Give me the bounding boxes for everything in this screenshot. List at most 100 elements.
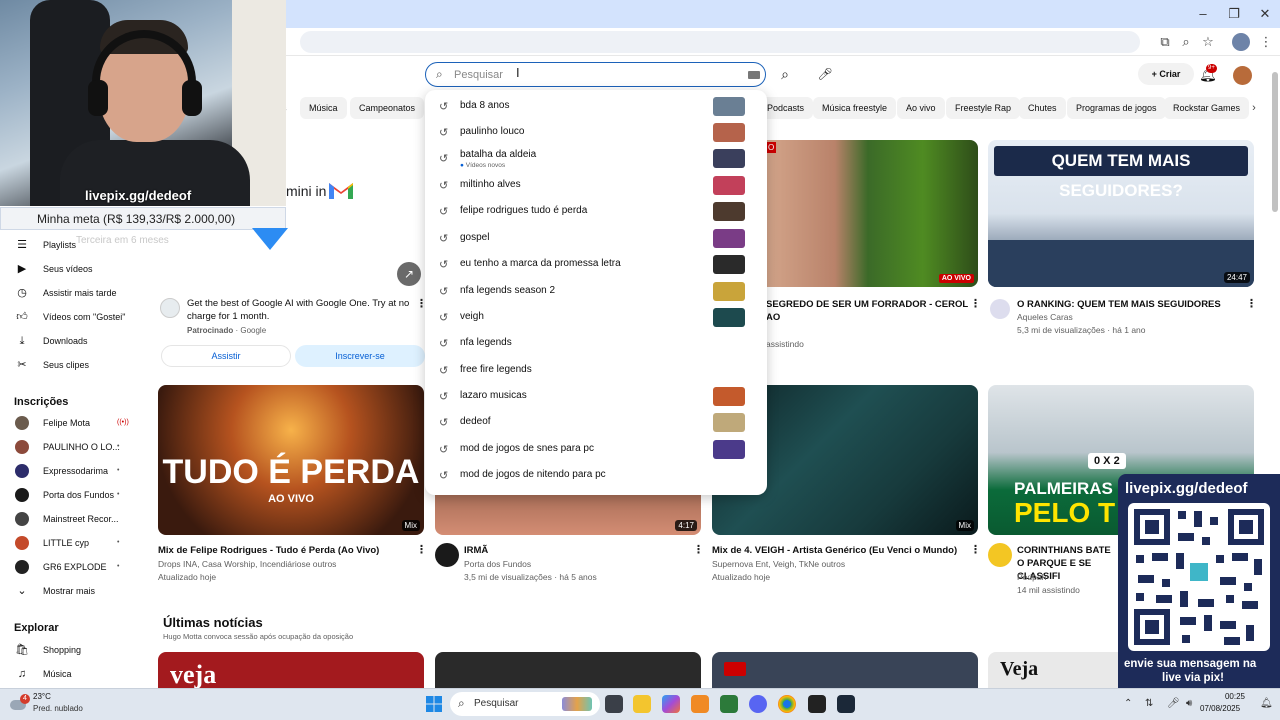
chrome-icon[interactable] bbox=[778, 695, 796, 713]
suggestion-item[interactable]: ↺ gospel bbox=[425, 226, 767, 252]
video-title[interactable]: Mix de Felipe Rodrigues - Tudo é Perda (… bbox=[158, 544, 413, 557]
sidebar-sub-item[interactable]: PAULINHO O LO... • bbox=[14, 437, 134, 457]
sidebar-sub-item[interactable]: LITTLE cyp • bbox=[14, 533, 134, 553]
video-thumbnail[interactable]: QUEM TEM MAIS SEGUIDORES? 24:47 bbox=[988, 140, 1254, 287]
subscribe-button[interactable]: Inscrever-se bbox=[295, 345, 425, 367]
discord-icon[interactable] bbox=[749, 695, 767, 713]
chrome-menu-icon[interactable]: ⋮ bbox=[1257, 33, 1275, 51]
more-options-icon[interactable]: ⋮ bbox=[970, 297, 981, 310]
suggestion-item[interactable]: ↺ paulinho louco bbox=[425, 120, 767, 146]
sidebar-item-liked[interactable]: 👍︎ Vídeos com "Gostei" bbox=[14, 307, 134, 327]
copilot-icon[interactable] bbox=[662, 695, 680, 713]
notification-center-icon[interactable]: 🔔︎ bbox=[1260, 698, 1273, 709]
keyboard-icon[interactable] bbox=[748, 71, 760, 79]
video-title[interactable]: IRMÃ bbox=[464, 544, 684, 557]
news-thumbnail[interactable]: veja bbox=[158, 652, 424, 688]
chip[interactable]: Música freestyle bbox=[813, 97, 897, 119]
sidebar-item-clips[interactable]: ✂ Seus clipes bbox=[14, 355, 134, 375]
news-thumbnail[interactable] bbox=[435, 652, 701, 688]
video-thumbnail[interactable]: O AO VIVO bbox=[758, 140, 978, 287]
video-title[interactable]: O RANKING: QUEM TEM MAIS SEGUIDORES bbox=[1017, 298, 1242, 311]
video-title[interactable]: SEGREDO DE SER UM FORRADOR - CEROL AO bbox=[766, 298, 971, 324]
more-options-icon[interactable]: ⋮ bbox=[1246, 297, 1257, 310]
volume-icon[interactable]: 🔊︎ bbox=[1186, 698, 1192, 709]
news-thumbnail[interactable]: Veja bbox=[988, 652, 1118, 688]
suggestion-item[interactable]: ↺ nfa legends bbox=[425, 331, 767, 357]
install-icon[interactable]: ⧉ bbox=[1156, 33, 1174, 51]
sidebar-sub-item[interactable]: Mainstreet Recor... bbox=[14, 509, 134, 529]
chip[interactable]: Campeonatos bbox=[350, 97, 425, 119]
suggestion-item[interactable]: ↺ bda 8 anos bbox=[425, 94, 767, 120]
video-thumbnail[interactable]: TUDO É PERDA AO VIVO Mix bbox=[158, 385, 424, 535]
task-view-icon[interactable] bbox=[605, 695, 623, 713]
chip[interactable]: Freestyle Rap bbox=[946, 97, 1021, 119]
microphone-icon[interactable]: 🎤︎ bbox=[1167, 698, 1180, 709]
store-icon[interactable] bbox=[720, 695, 738, 713]
suggestion-item[interactable]: ↺ batalha da aldeia ● Vídeos novos bbox=[425, 146, 767, 172]
sidebar-sub-item[interactable]: Expressodarima • bbox=[14, 461, 134, 481]
avatar[interactable] bbox=[435, 543, 459, 567]
sidebar-item-watch-later[interactable]: ◷ Assistir mais tarde bbox=[14, 283, 134, 303]
sidebar-item-your-videos[interactable]: ▶ Seus vídeos bbox=[14, 259, 134, 279]
taskbar-search[interactable]: ⌕ Pesquisar bbox=[450, 692, 600, 716]
watch-button[interactable]: Assistir bbox=[161, 345, 291, 367]
suggestion-item[interactable]: ↺ mod de jogos de snes para pc bbox=[425, 437, 767, 463]
steam-icon[interactable] bbox=[837, 695, 855, 713]
news-thumbnail[interactable] bbox=[712, 652, 978, 688]
clock-time[interactable]: 00:25 bbox=[1213, 692, 1245, 701]
close-icon[interactable]: ✕ bbox=[1248, 6, 1280, 22]
more-options-icon[interactable]: ⋮ bbox=[693, 543, 704, 556]
sidebar-sub-item[interactable]: GR6 EXPLODE • bbox=[14, 557, 134, 577]
windows-start-icon[interactable] bbox=[425, 695, 443, 713]
maximize-icon[interactable]: ❐ bbox=[1217, 6, 1251, 22]
channel-name[interactable]: Aqueles Caras bbox=[1017, 311, 1073, 324]
suggestion-item[interactable]: ↺ nfa legends season 2 bbox=[425, 279, 767, 305]
bookmark-star-icon[interactable]: ☆ bbox=[1199, 33, 1217, 51]
chip[interactable]: Música bbox=[300, 97, 347, 119]
file-explorer-icon[interactable] bbox=[633, 695, 651, 713]
sidebar-sub-item[interactable]: Felipe Mota ((•)) bbox=[14, 413, 134, 433]
suggestion-item[interactable]: ↺ free fire legends bbox=[425, 358, 767, 384]
suggestion-item[interactable]: ↺ felipe rodrigues tudo é perda bbox=[425, 199, 767, 225]
minimize-icon[interactable]: – bbox=[1186, 6, 1220, 21]
channel-name[interactable]: Porta dos Fundos bbox=[464, 558, 531, 571]
suggestion-item[interactable]: ↺ miltinho alves bbox=[425, 173, 767, 199]
suggestion-item[interactable]: ↺ dedeof bbox=[425, 410, 767, 436]
obs-icon[interactable] bbox=[808, 695, 826, 713]
chevron-right-icon[interactable]: › bbox=[1245, 99, 1263, 117]
create-button[interactable]: + Criar bbox=[1138, 63, 1194, 85]
app-icon[interactable] bbox=[691, 695, 709, 713]
video-title[interactable]: Mix de 4. VEIGH - Artista Genérico (Eu V… bbox=[712, 544, 967, 557]
zoom-icon[interactable]: ⌕ bbox=[1177, 33, 1195, 51]
chip[interactable]: Ao vivo bbox=[897, 97, 945, 119]
weather-icon[interactable]: 4 bbox=[10, 694, 30, 712]
avatar[interactable] bbox=[990, 299, 1010, 319]
suggestion-item[interactable]: ↺ mod de jogos de nitendo para pc bbox=[425, 463, 767, 489]
address-field[interactable] bbox=[300, 31, 1140, 53]
network-icon[interactable]: ⇅ bbox=[1145, 698, 1153, 709]
sidebar-item-downloads[interactable]: ⤓ Downloads bbox=[14, 331, 134, 351]
avatar[interactable] bbox=[988, 543, 1012, 567]
search-input[interactable] bbox=[454, 66, 734, 83]
sidebar-item-music[interactable]: ♫ Música bbox=[14, 664, 134, 684]
search-button[interactable]: ⌕ bbox=[772, 62, 798, 87]
suggestion-item[interactable]: ↺ veigh bbox=[425, 305, 767, 331]
more-options-icon[interactable]: ⋮ bbox=[970, 543, 981, 556]
sidebar-item-shopping[interactable]: 🛍︎ Shopping bbox=[14, 640, 134, 660]
clock-date[interactable]: 07/08/2025 bbox=[1200, 704, 1240, 713]
suggestion-item[interactable]: ↺ lazaro musicas bbox=[425, 384, 767, 410]
more-options-icon[interactable]: ⋮ bbox=[416, 543, 427, 556]
page-scrollbar[interactable] bbox=[1272, 72, 1278, 212]
channel-name[interactable]: Podpah bbox=[1017, 571, 1046, 584]
chevron-up-icon[interactable]: ⌃ bbox=[1124, 698, 1132, 709]
show-more-button[interactable]: ⌄ Mostrar mais bbox=[14, 581, 134, 601]
chip[interactable]: Rockstar Games bbox=[1164, 97, 1250, 119]
search-box[interactable]: ⌕ bbox=[425, 62, 766, 87]
chip[interactable]: Programas de jogos bbox=[1067, 97, 1166, 119]
open-external-icon[interactable]: ↗ bbox=[397, 262, 421, 286]
avatar[interactable] bbox=[1233, 66, 1252, 85]
microphone-icon[interactable]: 🎤︎ bbox=[812, 62, 838, 87]
suggestion-item[interactable]: ↺ eu tenho a marca da promessa letra bbox=[425, 252, 767, 278]
sidebar-sub-item[interactable]: Porta dos Fundos • bbox=[14, 485, 134, 505]
profile-avatar[interactable] bbox=[1232, 33, 1250, 51]
